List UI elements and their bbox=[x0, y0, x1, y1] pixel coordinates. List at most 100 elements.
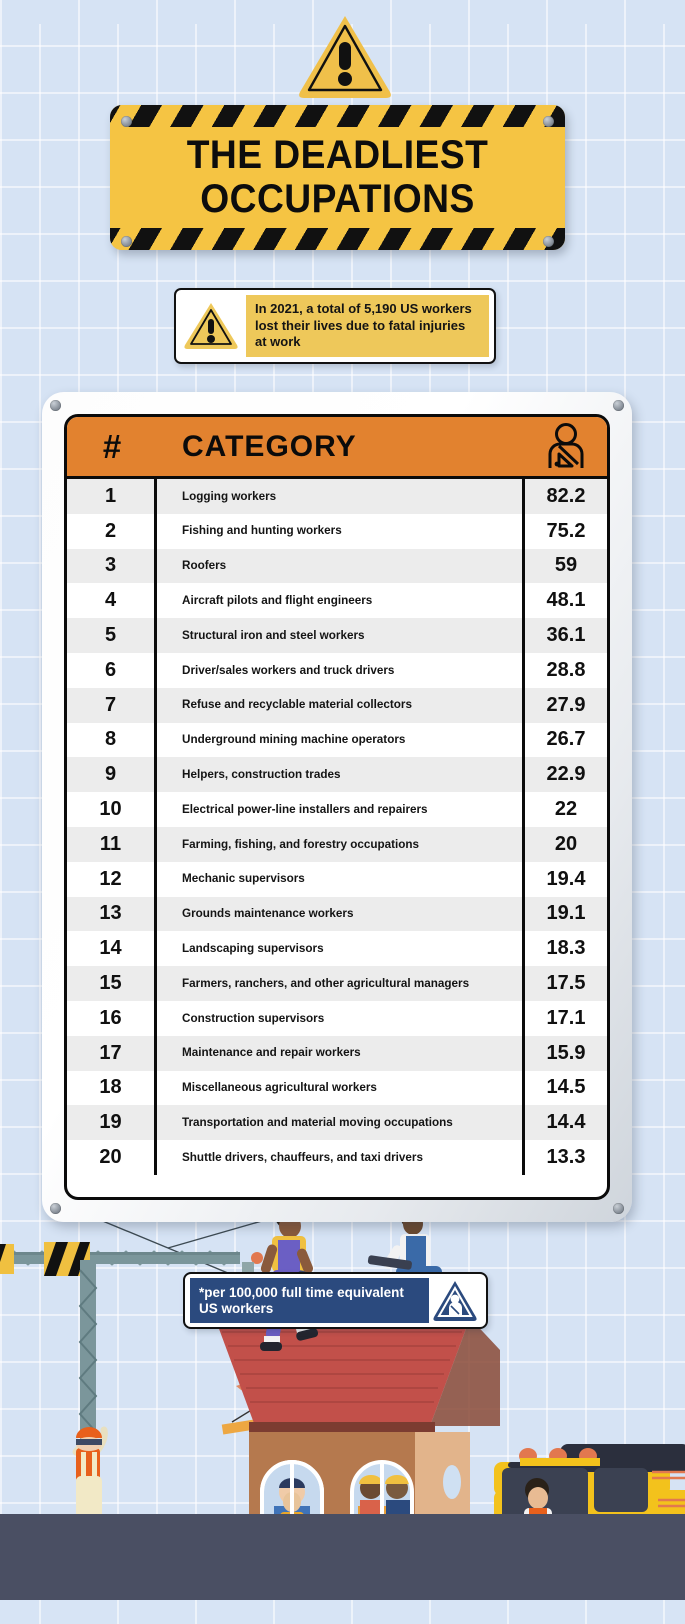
table-body: 1 Logging workers 82.2 2 Fishing and hunting… bbox=[67, 479, 607, 1175]
row-rate: 17.5 bbox=[525, 966, 607, 1001]
warning-triangle-icon bbox=[184, 303, 238, 349]
row-rank: 17 bbox=[67, 1035, 157, 1071]
table-row: 19 Transportation and material moving occ… bbox=[67, 1105, 607, 1141]
row-rank: 4 bbox=[67, 583, 157, 619]
table-row: 5 Structural iron and steel workers 36.1 bbox=[67, 618, 607, 653]
row-rank: 20 bbox=[67, 1140, 157, 1175]
title-sign: THE DEADLIEST OCCUPATIONS bbox=[110, 105, 565, 250]
row-rate: 22.9 bbox=[525, 757, 607, 793]
row-category: Transportation and material moving occup… bbox=[157, 1105, 525, 1141]
row-category: Refuse and recyclable material collector… bbox=[157, 687, 525, 723]
table-row: 18 Miscellaneous agricultural workers 14.5 bbox=[67, 1070, 607, 1106]
table-row: 10 Electrical power-line installers and r… bbox=[67, 792, 607, 827]
table-row: 3 Roofers 59 bbox=[67, 548, 607, 584]
row-rank: 3 bbox=[67, 548, 157, 584]
header-category: CATEGORY bbox=[182, 429, 357, 463]
row-category: Electrical power-line installers and rep… bbox=[157, 792, 525, 827]
row-rate: 14.5 bbox=[525, 1070, 607, 1106]
row-rank: 7 bbox=[67, 687, 157, 723]
row-rate: 13.3 bbox=[525, 1140, 607, 1175]
table-row: 14 Landscaping supervisors 18.3 bbox=[67, 931, 607, 967]
row-rank: 9 bbox=[67, 757, 157, 793]
row-rate: 82.2 bbox=[525, 479, 607, 514]
row-rate: 59 bbox=[525, 548, 607, 584]
row-rate: 15.9 bbox=[525, 1035, 607, 1071]
row-rate: 28.8 bbox=[525, 652, 607, 688]
person-warning-triangle-icon bbox=[429, 1279, 481, 1323]
table-screw-top-left bbox=[50, 400, 61, 411]
row-category: Shuttle drivers, chauffeurs, and taxi dr… bbox=[157, 1140, 525, 1175]
stats-table-frame: # CATEGORY 1 Logging workers 82.2 2 Fishing … bbox=[42, 392, 632, 1222]
row-category: Maintenance and repair workers bbox=[157, 1035, 525, 1071]
footnote-callout: *per 100,000 full time equivalent US wor… bbox=[183, 1272, 488, 1329]
hazard-stripe-top bbox=[110, 105, 565, 127]
hazard-stripe-bottom bbox=[110, 228, 565, 250]
table-row: 12 Mechanic supervisors 19.4 bbox=[67, 861, 607, 897]
row-category: Fishing and hunting workers bbox=[157, 513, 525, 549]
row-category: Grounds maintenance workers bbox=[157, 896, 525, 932]
row-category: Farmers, ranchers, and other agricultura… bbox=[157, 966, 525, 1001]
row-rate: 22 bbox=[525, 792, 607, 827]
footnote-text: *per 100,000 full time equivalent US wor… bbox=[190, 1278, 429, 1323]
row-rate: 17.1 bbox=[525, 1000, 607, 1036]
header-number: # bbox=[102, 427, 122, 465]
row-rank: 16 bbox=[67, 1000, 157, 1036]
row-rank: 5 bbox=[67, 618, 157, 653]
table-row: 2 Fishing and hunting workers 75.2 bbox=[67, 513, 607, 549]
injured-person-sling-icon bbox=[525, 417, 607, 476]
row-category: Construction supervisors bbox=[157, 1000, 525, 1036]
row-rate: 36.1 bbox=[525, 618, 607, 653]
table-row: 7 Refuse and recyclable material collecto… bbox=[67, 687, 607, 723]
table-row: 13 Grounds maintenance workers 19.1 bbox=[67, 896, 607, 932]
row-rank: 14 bbox=[67, 931, 157, 967]
row-rate: 18.3 bbox=[525, 931, 607, 967]
stats-table: # CATEGORY 1 Logging workers 82.2 2 Fishing … bbox=[64, 414, 610, 1200]
row-rate: 20 bbox=[525, 826, 607, 862]
row-category: Miscellaneous agricultural workers bbox=[157, 1070, 525, 1106]
table-row: 11 Farming, fishing, and forestry occupat… bbox=[67, 826, 607, 862]
subtitle-text: In 2021, a total of 5,190 US workers los… bbox=[246, 295, 489, 357]
table-row: 4 Aircraft pilots and flight engineers 48.… bbox=[67, 583, 607, 619]
screw-top-left bbox=[121, 116, 132, 127]
row-category: Helpers, construction trades bbox=[157, 757, 525, 793]
row-rate: 26.7 bbox=[525, 722, 607, 758]
row-rank: 11 bbox=[67, 826, 157, 862]
row-category: Underground mining machine operators bbox=[157, 722, 525, 758]
subtitle-icon-wrap bbox=[176, 300, 246, 352]
row-rank: 13 bbox=[67, 896, 157, 932]
table-screw-bottom-right bbox=[613, 1203, 624, 1214]
page-title: THE DEADLIEST OCCUPATIONS bbox=[126, 133, 549, 221]
row-category: Driver/sales workers and truck drivers bbox=[157, 652, 525, 688]
table-row: 16 Construction supervisors 17.1 bbox=[67, 1000, 607, 1036]
row-rank: 12 bbox=[67, 861, 157, 897]
table-row: 20 Shuttle drivers, chauffeurs, and taxi … bbox=[67, 1140, 607, 1175]
row-category: Farming, fishing, and forestry occupatio… bbox=[157, 826, 525, 862]
screw-top-right bbox=[543, 116, 554, 127]
screw-bottom-right bbox=[543, 236, 554, 247]
row-rate: 27.9 bbox=[525, 687, 607, 723]
row-rank: 10 bbox=[67, 792, 157, 827]
row-category: Aircraft pilots and flight engineers bbox=[157, 583, 525, 619]
row-category: Structural iron and steel workers bbox=[157, 618, 525, 653]
title-line-1: THE DEADLIEST bbox=[186, 133, 489, 177]
row-rate: 19.4 bbox=[525, 861, 607, 897]
table-row: 6 Driver/sales workers and truck drivers 2… bbox=[67, 652, 607, 688]
row-category: Roofers bbox=[157, 548, 525, 584]
row-rank: 15 bbox=[67, 966, 157, 1001]
table-row: 8 Underground mining machine operators 26.… bbox=[67, 722, 607, 758]
row-rank: 18 bbox=[67, 1070, 157, 1106]
ground-strip bbox=[0, 1514, 685, 1600]
row-category: Logging workers bbox=[157, 479, 525, 514]
warning-triangle-icon bbox=[299, 16, 391, 98]
table-row: 17 Maintenance and repair workers 15.9 bbox=[67, 1035, 607, 1071]
row-rank: 1 bbox=[67, 479, 157, 514]
row-rank: 8 bbox=[67, 722, 157, 758]
row-rank: 19 bbox=[67, 1105, 157, 1141]
table-header-row: # CATEGORY bbox=[67, 417, 607, 479]
table-row: 1 Logging workers 82.2 bbox=[67, 479, 607, 514]
row-rate: 48.1 bbox=[525, 583, 607, 619]
subtitle-callout: In 2021, a total of 5,190 US workers los… bbox=[174, 288, 496, 364]
table-row: 15 Farmers, ranchers, and other agricultu… bbox=[67, 966, 607, 1001]
row-rank: 6 bbox=[67, 652, 157, 688]
row-rate: 14.4 bbox=[525, 1105, 607, 1141]
